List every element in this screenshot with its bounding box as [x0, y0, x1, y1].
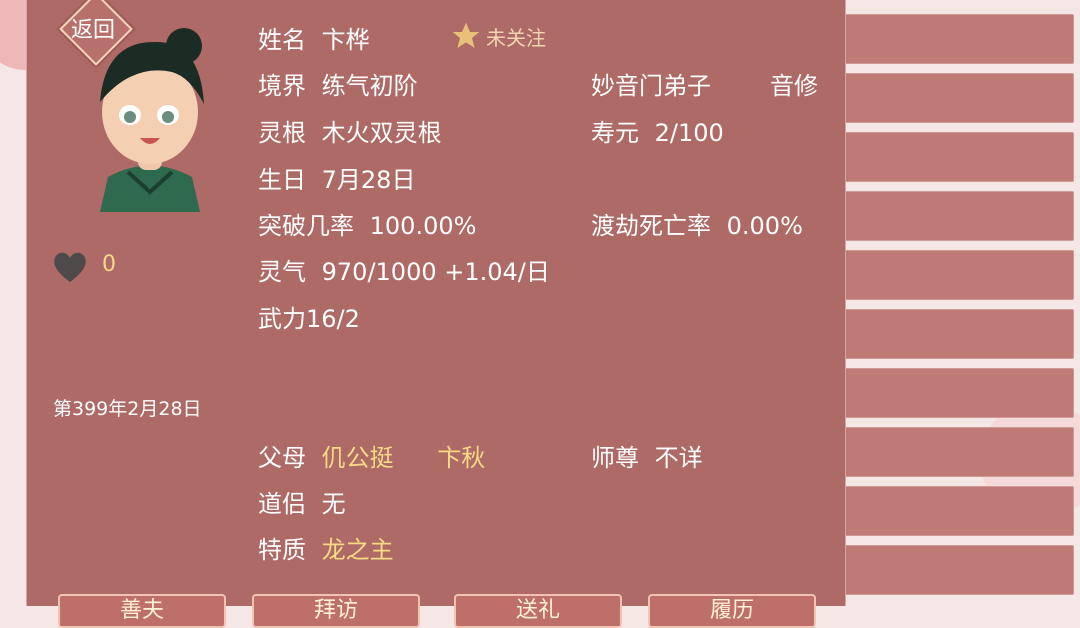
list-entry[interactable]: [842, 14, 1074, 64]
qi-row: 灵气 970/1000 +1.04/日: [258, 252, 550, 287]
realm-value: 练气初阶: [321, 72, 418, 100]
partner-row: 道侣 无: [258, 484, 346, 519]
parents-label: 父母: [258, 444, 306, 472]
list-entry[interactable]: [842, 486, 1074, 536]
tribulation-row: 渡劫死亡率 0.00%: [591, 206, 803, 241]
star-icon: [452, 22, 480, 48]
realm-label: 境界: [258, 72, 306, 100]
heart-count: 0: [102, 252, 116, 277]
partner-label: 道侣: [258, 490, 306, 518]
game-date: 第399年2月28日: [53, 398, 202, 420]
list-entry[interactable]: [842, 368, 1074, 418]
force-label: 武力: [258, 305, 306, 333]
birthday-value: 7月28日: [321, 166, 416, 194]
root-value: 木火双灵根: [321, 119, 442, 147]
list-entry[interactable]: [842, 427, 1074, 477]
profession-value: 音修: [770, 72, 818, 100]
list-entry[interactable]: [842, 250, 1074, 300]
breakthrough-value: 100.00%: [369, 212, 477, 240]
force-row: 武力16/2: [258, 299, 360, 334]
list-entry[interactable]: [842, 73, 1074, 123]
parents-row: 父母 仉公挺 卞秋: [258, 438, 485, 473]
root-label: 灵根: [258, 119, 306, 147]
character-portrait: [100, 28, 204, 212]
master-label: 师尊: [591, 444, 639, 472]
list-entry[interactable]: [842, 132, 1074, 182]
bottom-action-button-1[interactable]: 善夫: [58, 594, 226, 628]
tribulation-value: 0.00%: [726, 212, 803, 240]
profession-row: 音修: [770, 66, 818, 101]
parent-2-link[interactable]: 卞秋: [437, 444, 485, 472]
lifespan-label: 寿元: [591, 119, 639, 147]
master-row: 师尊 不详: [591, 438, 703, 473]
follow-button[interactable]: 未关注: [450, 20, 546, 52]
birthday-label: 生日: [258, 166, 306, 194]
tribulation-label: 渡劫死亡率: [591, 212, 711, 240]
breakthrough-label: 突破几率: [258, 212, 354, 240]
sect-value: 妙音门弟子: [591, 72, 711, 100]
trait-row: 特质 龙之主: [258, 530, 394, 565]
lifespan-row: 寿元 2/100: [591, 113, 724, 148]
trait-label: 特质: [258, 536, 306, 564]
list-entry[interactable]: [842, 545, 1074, 595]
bottom-action-button-4[interactable]: 履历: [648, 594, 816, 628]
sect-row: 妙音门弟子: [591, 66, 711, 101]
list-entry[interactable]: [842, 309, 1074, 359]
parent-1-link[interactable]: 仉公挺: [322, 444, 394, 472]
breakthrough-row: 突破几率 100.00%: [258, 206, 476, 241]
master-value: 不详: [654, 444, 703, 472]
list-entry[interactable]: [842, 191, 1074, 241]
root-row: 灵根 木火双灵根: [258, 113, 442, 148]
name-value: 卞桦: [321, 26, 370, 54]
partner-value: 无: [321, 490, 346, 518]
qi-label: 灵气: [258, 258, 306, 286]
trait-value[interactable]: 龙之主: [322, 536, 394, 564]
realm-row: 境界 练气初阶: [258, 66, 418, 101]
lifespan-value: 2/100: [654, 119, 724, 147]
bottom-action-button-3[interactable]: 送礼: [454, 594, 622, 628]
bottom-action-button-2[interactable]: 拜访: [252, 594, 420, 628]
heart-icon[interactable]: [52, 250, 88, 284]
name-row: 姓名 卞桦: [258, 20, 370, 55]
right-side-list: [842, 14, 1074, 604]
name-label: 姓名: [258, 26, 306, 54]
follow-label: 未关注: [486, 25, 546, 50]
birthday-row: 生日 7月28日: [258, 160, 415, 195]
force-value: 16/2: [306, 305, 360, 333]
qi-value: 970/1000 +1.04/日: [321, 258, 550, 286]
